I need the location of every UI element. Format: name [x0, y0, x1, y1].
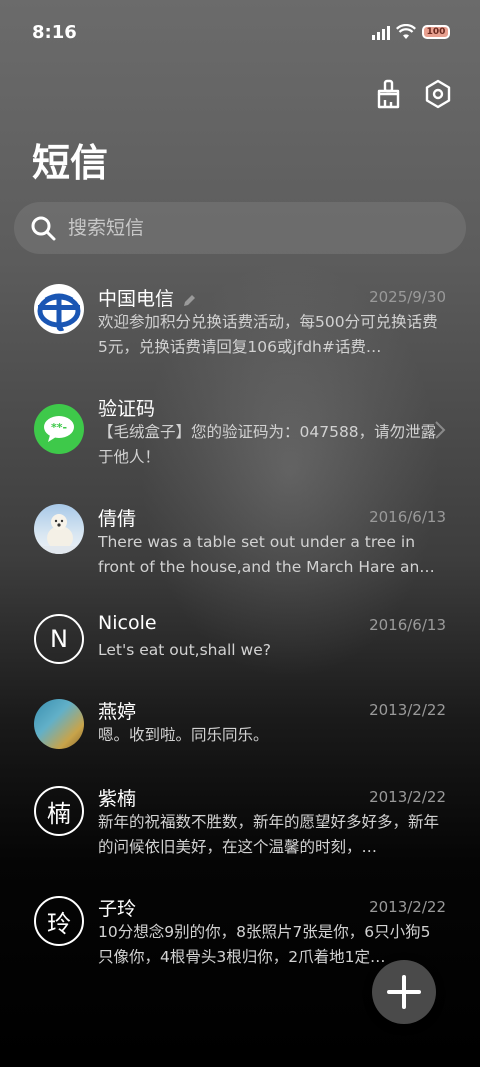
wifi-icon: [396, 24, 416, 39]
polar-bear-photo: [34, 504, 84, 554]
conversation-item[interactable]: 燕婷 2013/2/22 嗯。收到啦。同乐同乐。: [0, 695, 480, 795]
status-time: 8:16: [32, 22, 77, 43]
conversation-name: 子玲: [98, 898, 137, 920]
conversation-name: 倩倩: [98, 508, 137, 530]
conversation-snippet: There was a table set out under a tree i…: [98, 533, 435, 576]
new-message-button[interactable]: [372, 960, 436, 1024]
battery-icon: 100: [422, 25, 450, 39]
landscape-photo: [34, 699, 84, 749]
gear-icon: [425, 79, 451, 109]
search-input[interactable]: [66, 216, 430, 240]
settings-button[interactable]: [420, 76, 456, 112]
conversation-snippet: 欢迎参加积分兑换话费活动，每500分可兑换话费5元，兑换话费请回复106或jfd…: [98, 313, 438, 356]
avatar: 玲: [34, 896, 84, 946]
china-telecom-logo: [34, 284, 84, 334]
signal-icon: [372, 24, 390, 40]
plus-icon: [387, 975, 421, 1009]
svg-text:**-: **-: [51, 421, 67, 434]
sms-code-icon: **-: [34, 404, 84, 454]
page-title: 短信: [32, 141, 109, 185]
status-bar: 8:16 100: [0, 0, 480, 68]
status-icons: 100: [372, 24, 450, 40]
conversation-snippet: Let's eat out,shall we?: [98, 641, 271, 659]
conversation-name: 燕婷: [98, 701, 137, 723]
conversation-item[interactable]: 中国电信 2025/9/30 欢迎参加积分兑换话费活动，每500分可兑换话费5元…: [0, 280, 480, 380]
conversation-name: 紫楠: [98, 788, 137, 810]
search-bar[interactable]: [14, 202, 466, 254]
search-icon: [31, 216, 56, 241]
avatar: 楠: [34, 786, 84, 836]
conversation-item[interactable]: **- 验证码 【毛绒盒子】您的验证码为：047588，请勿泄露于他人！: [0, 390, 480, 490]
conversation-item[interactable]: 倩倩 2016/6/13 There was a table set out u…: [0, 500, 480, 600]
conversation-snippet: 新年的祝福数不胜数，新年的愿望好多好多，新年的问候依旧美好，在这个温馨的时刻，…: [98, 813, 440, 856]
conversation-name: Nicole: [98, 612, 157, 634]
conversation-date: 2013/2/22: [369, 788, 446, 806]
clean-brush-button[interactable]: [370, 76, 406, 112]
conversation-item[interactable]: 楠 紫楠 2013/2/22 新年的祝福数不胜数，新年的愿望好多好多，新年的问候…: [0, 782, 480, 882]
top-actions: [370, 76, 456, 112]
conversation-date: 2016/6/13: [369, 616, 446, 634]
brush-icon: [377, 79, 400, 109]
conversation-date: 2013/2/22: [369, 701, 446, 719]
conversation-date: 2013/2/22: [369, 898, 446, 916]
conversation-date: 2025/9/30: [369, 288, 446, 306]
conversation-name: 中国电信: [98, 288, 175, 310]
conversation-snippet: 嗯。收到啦。同乐同乐。: [98, 726, 269, 744]
conversation-date: 2016/6/13: [369, 508, 446, 526]
chevron-right-icon: [435, 421, 446, 439]
draft-pencil-icon: [184, 295, 195, 306]
conversation-name: 验证码: [98, 398, 156, 420]
conversation-snippet: 【毛绒盒子】您的验证码为：047588，请勿泄露于他人！: [98, 423, 437, 466]
avatar: N: [34, 614, 84, 664]
